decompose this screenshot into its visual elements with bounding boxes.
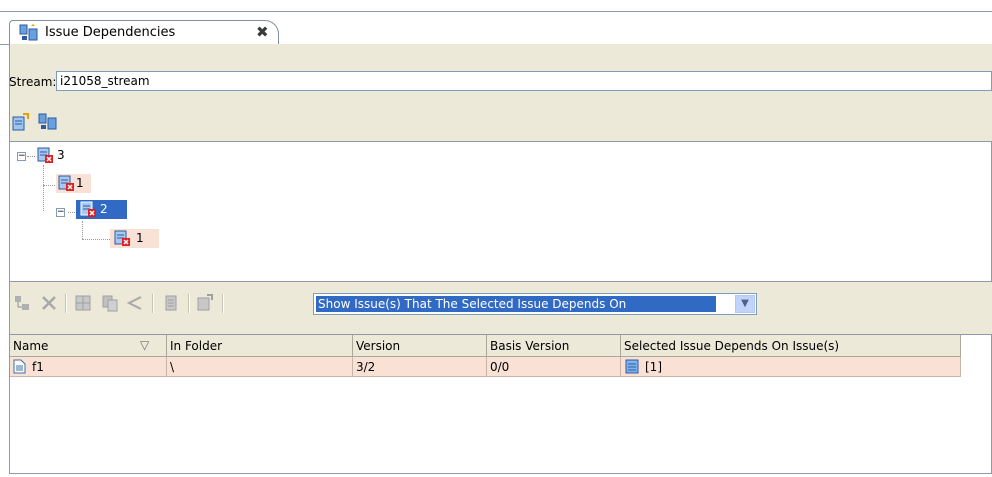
collapse-2-icon[interactable]: − [56, 208, 65, 217]
cell-in-folder[interactable]: \ [167, 357, 353, 377]
column-header-in-folder[interactable]: In Folder [167, 335, 353, 357]
tree-node-label: 1 [76, 176, 84, 190]
collapse-3-icon[interactable]: − [17, 152, 26, 161]
cell-name[interactable]: f1 [10, 357, 167, 377]
chevron-down-icon[interactable]: ▼ [735, 295, 755, 313]
issue-dependencies-toolbar-icon[interactable] [38, 113, 58, 134]
tree-node-label: 2 [100, 202, 108, 216]
issue-failed-icon [114, 230, 131, 250]
close-icon[interactable]: ✖ [256, 23, 269, 41]
filter-selected-value: Show Issue(s) That The Selected Issue De… [316, 296, 716, 312]
cell-version[interactable]: 3/2 [353, 357, 487, 377]
issue-tree[interactable]: − − 3 1 2 1 [9, 141, 992, 282]
column-header-depends-on[interactable]: Selected Issue Depends On Issue(s) [621, 335, 961, 357]
stream-field[interactable]: i21058_stream [56, 71, 992, 91]
tree-node-1-child[interactable]: 1 [110, 229, 159, 248]
tree-node-1[interactable]: 1 [56, 174, 91, 193]
issue-dependencies-icon [19, 24, 39, 45]
tab-issue-dependencies[interactable]: Issue Dependencies ✖ [9, 20, 279, 45]
depends-on-value: [1] [645, 360, 662, 374]
tree-node-3[interactable]: 3 [37, 146, 77, 165]
cell-basis-version[interactable]: 0/0 [487, 357, 621, 377]
tab-title: Issue Dependencies [45, 25, 176, 40]
issue-failed-icon [37, 147, 54, 167]
issue-failed-icon [58, 175, 75, 195]
issue-icon [625, 359, 639, 377]
tree-node-label: 3 [57, 148, 65, 162]
sort-indicator-icon: ▽ [140, 338, 150, 352]
edit-issue-icon[interactable] [12, 113, 30, 134]
tree-node-2[interactable]: 2 [76, 200, 127, 219]
copy-icon[interactable] [101, 294, 119, 315]
file-name: f1 [32, 360, 44, 374]
delete-icon[interactable] [40, 294, 58, 315]
column-header-basis-version[interactable]: Basis Version [487, 335, 621, 357]
issue-failed-icon [80, 201, 97, 221]
dependencies-table: Name ▽ In Folder Version Basis Version S… [9, 334, 992, 474]
column-header-version[interactable]: Version [353, 335, 487, 357]
dependencies-toolbar: Show Issue(s) That The Selected Issue De… [9, 288, 992, 320]
edit-icon[interactable] [196, 294, 214, 315]
tree-node-label: 1 [136, 231, 144, 245]
document-icon[interactable] [162, 294, 180, 315]
editor-tab-strip: Issue Dependencies ✖ [0, 11, 992, 45]
stream-label: Stream: [9, 75, 57, 89]
cell-depends-on[interactable]: [1] [621, 357, 961, 377]
file-icon [13, 359, 26, 377]
share-icon[interactable] [126, 294, 144, 315]
promote-icon[interactable] [13, 294, 31, 315]
column-header-name[interactable]: Name ▽ [10, 335, 167, 357]
dependency-filter-select[interactable]: Show Issue(s) That The Selected Issue De… [313, 293, 757, 315]
grid-icon[interactable] [74, 294, 92, 315]
